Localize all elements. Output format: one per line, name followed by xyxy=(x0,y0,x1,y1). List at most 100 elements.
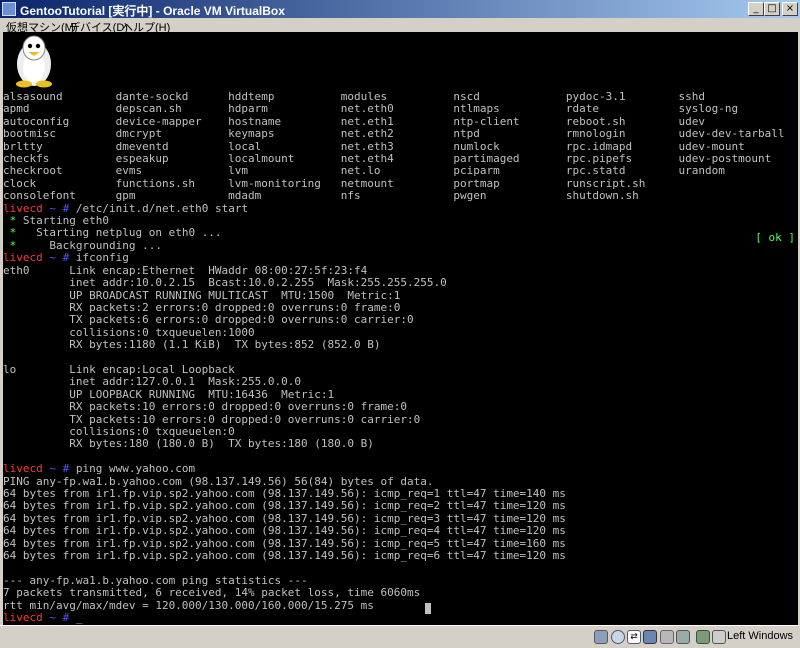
terminal-text: RX bytes:1180 (1.1 KiB) TX bytes:852 (85… xyxy=(3,338,381,352)
terminal-text: 64 bytes from ir1.fp.vip.sp2.yahoo.com (… xyxy=(3,549,566,563)
terminal-text: RX packets:10 errors:0 dropped:0 overrun… xyxy=(3,400,407,414)
terminal-text: collisions:0 txqueuelen:0 xyxy=(3,424,235,438)
terminal-line: collisions:0 txqueuelen:0 xyxy=(3,425,235,438)
terminal-line: checkroot evms lvm net.lo pciparm rpc.st… xyxy=(3,164,725,177)
terminal-line: TX packets:6 errors:0 dropped:0 overruns… xyxy=(3,313,414,327)
terminal-text: collisions:0 txqueuelen:1000 xyxy=(3,325,255,339)
terminal-line: * Starting netplug on eth0 ... xyxy=(3,226,222,239)
terminal-line: 64 bytes from ir1.fp.vip.sp2.yahoo.com (… xyxy=(3,537,566,550)
ok-status: [ ok ] xyxy=(755,231,795,244)
terminal-line: 64 bytes from ir1.fp.vip.sp2.yahoo.com (… xyxy=(3,512,566,525)
title-bar[interactable]: GentooTutorial [実行中] - Oracle VM Virtual… xyxy=(0,0,800,18)
terminal-text: brltty dmeventd local net.eth3 numlock r… xyxy=(3,139,745,153)
shared-folder-icon[interactable] xyxy=(660,630,674,644)
terminal-text: _ xyxy=(75,611,83,625)
terminal-text: checkroot evms lvm net.lo pciparm rpc.st… xyxy=(3,164,725,178)
prompt-symbol: ~ # xyxy=(42,611,76,625)
terminal-line: livecd ~ # /etc/init.d/net.eth0 start xyxy=(3,202,248,215)
terminal-text: 64 bytes from ir1.fp.vip.sp2.yahoo.com (… xyxy=(3,524,566,538)
vm-console[interactable]: alsasound dante-sockd hddtemp modules ns… xyxy=(3,32,798,625)
terminal-text: lo Link encap:Local Loopback xyxy=(3,362,235,376)
prompt-symbol: ~ # xyxy=(42,462,76,476)
terminal-output: alsasound dante-sockd hddtemp modules ns… xyxy=(3,90,784,624)
terminal-line: * Starting eth0 xyxy=(3,214,109,227)
usb-icon[interactable]: ⇄ xyxy=(627,630,641,644)
status-bar: ⇄ Left Windows xyxy=(0,625,800,648)
terminal-line: 64 bytes from ir1.fp.vip.sp2.yahoo.com (… xyxy=(3,499,566,512)
display-icon[interactable] xyxy=(676,630,690,644)
close-button[interactable]: × xyxy=(782,2,798,16)
optical-drive-icon[interactable] xyxy=(611,630,625,644)
terminal-text: /etc/init.d/net.eth0 start xyxy=(75,201,249,215)
terminal-text: RX packets:2 errors:0 dropped:0 overruns… xyxy=(3,300,401,314)
terminal-text: autoconfig device-mapper hostname net.et… xyxy=(3,114,705,128)
status-bullet: * xyxy=(3,214,23,228)
terminal-text: Backgrounding ... xyxy=(49,238,162,252)
prompt-host: livecd xyxy=(3,201,43,215)
terminal-text: RX bytes:180 (180.0 B) TX bytes:180 (180… xyxy=(3,437,374,451)
prompt-symbol: ~ # xyxy=(42,251,76,265)
terminal-text: rtt min/avg/max/mdev = 120.000/130.000/1… xyxy=(3,598,374,612)
prompt-host: livecd xyxy=(3,251,43,265)
terminal-text: 64 bytes from ir1.fp.vip.sp2.yahoo.com (… xyxy=(3,536,566,550)
terminal-text: apmd depscan.sh hdparm net.eth0 ntlmaps … xyxy=(3,102,739,116)
terminal-text: ifconfig xyxy=(75,251,129,265)
terminal-line: 64 bytes from ir1.fp.vip.sp2.yahoo.com (… xyxy=(3,487,566,500)
terminal-text: --- any-fp.wa1.b.yahoo.com ping statisti… xyxy=(3,573,308,587)
terminal-line: rtt min/avg/max/mdev = 120.000/130.000/1… xyxy=(3,599,374,612)
network-icon[interactable] xyxy=(643,630,657,644)
terminal-line: RX bytes:180 (180.0 B) TX bytes:180 (180… xyxy=(3,437,374,450)
prompt-host: livecd xyxy=(3,462,43,476)
terminal-line: 7 packets transmitted, 6 received, 14% p… xyxy=(3,586,420,599)
terminal-line: --- any-fp.wa1.b.yahoo.com ping statisti… xyxy=(3,574,308,587)
terminal-line: RX packets:2 errors:0 dropped:0 overruns… xyxy=(3,301,400,314)
terminal-text: 7 packets transmitted, 6 received, 14% p… xyxy=(3,586,421,600)
menu-bar: 仮想マシン(M) デバイス(D) ヘルプ(H) xyxy=(0,18,800,34)
terminal-line: lo Link encap:Local Loopback xyxy=(3,363,235,376)
terminal-text: clock functions.sh lvm-monitoring netmou… xyxy=(3,176,646,190)
terminal-line: UP BROADCAST RUNNING MULTICAST MTU:1500 … xyxy=(3,289,400,302)
terminal-text: Starting eth0 xyxy=(22,214,109,228)
terminal-line: RX packets:10 errors:0 dropped:0 overrun… xyxy=(3,400,407,413)
terminal-line: RX bytes:1180 (1.1 KiB) TX bytes:852 (85… xyxy=(3,338,381,352)
terminal-text: TX packets:10 errors:0 dropped:0 overrun… xyxy=(3,412,421,426)
terminal-line: eth0 Link encap:Ethernet HWaddr 08:00:27… xyxy=(3,264,367,277)
window-title: GentooTutorial [実行中] - Oracle VM Virtual… xyxy=(20,4,285,18)
mouse-integration-icon[interactable] xyxy=(712,630,726,644)
terminal-line: checkfs espeakup localmount net.eth4 par… xyxy=(3,152,771,165)
terminal-text: ping www.yahoo.com xyxy=(75,462,196,476)
hdd-icon[interactable] xyxy=(594,630,608,644)
terminal-line: livecd ~ # ifconfig xyxy=(3,251,129,264)
terminal-text: inet addr:127.0.0.1 Mask:255.0.0.0 xyxy=(3,375,302,389)
terminal-text: Starting netplug on eth0 ... xyxy=(36,226,222,240)
terminal-text: bootmisc dmcrypt keymaps net.eth2 ntpd r… xyxy=(3,127,785,141)
terminal-text: checkfs espeakup localmount net.eth4 par… xyxy=(3,152,772,166)
terminal-text: inet addr:10.0.2.15 Bcast:10.0.2.255 Mas… xyxy=(3,276,447,290)
terminal-text: UP BROADCAST RUNNING MULTICAST MTU:1500 … xyxy=(3,288,401,302)
terminal-line: PING any-fp.wa1.b.yahoo.com (98.137.149.… xyxy=(3,475,433,488)
terminal-line: livecd ~ # _ xyxy=(3,611,83,624)
prompt-symbol: ~ # xyxy=(42,201,76,215)
terminal-line: livecd ~ # ping www.yahoo.com xyxy=(3,462,195,475)
terminal-text: 64 bytes from ir1.fp.vip.sp2.yahoo.com (… xyxy=(3,511,566,525)
terminal-text: UP LOOPBACK RUNNING MTU:16436 Metric:1 xyxy=(3,387,335,401)
terminal-line: 64 bytes from ir1.fp.vip.sp2.yahoo.com (… xyxy=(3,549,566,562)
minimize-button[interactable]: _ xyxy=(748,2,764,16)
terminal-text: alsasound dante-sockd hddtemp modules ns… xyxy=(3,90,705,103)
prompt-host: livecd xyxy=(3,611,43,625)
terminal-text: TX packets:6 errors:0 dropped:0 overruns… xyxy=(3,313,414,327)
terminal-line: brltty dmeventd local net.eth3 numlock r… xyxy=(3,140,745,153)
text-cursor xyxy=(425,603,431,614)
terminal-text: 64 bytes from ir1.fp.vip.sp2.yahoo.com (… xyxy=(3,499,566,513)
terminal-line: TX packets:10 errors:0 dropped:0 overrun… xyxy=(3,413,420,426)
virtualbox-icon xyxy=(2,2,16,16)
terminal-text: consolefont gpm mdadm nfs pwgen shutdown… xyxy=(3,189,639,203)
terminal-text: PING any-fp.wa1.b.yahoo.com (98.137.149.… xyxy=(3,474,434,488)
terminal-line: bootmisc dmcrypt keymaps net.eth2 ntpd r… xyxy=(3,127,784,140)
tux-penguin-icon xyxy=(16,35,52,88)
terminal-line: clock functions.sh lvm-monitoring netmou… xyxy=(3,177,645,190)
host-key-label: Left Windows xyxy=(727,630,794,642)
terminal-line: UP LOOPBACK RUNNING MTU:16436 Metric:1 xyxy=(3,388,334,401)
maximize-button[interactable]: □ xyxy=(764,2,780,16)
capture-icon[interactable] xyxy=(696,630,710,644)
